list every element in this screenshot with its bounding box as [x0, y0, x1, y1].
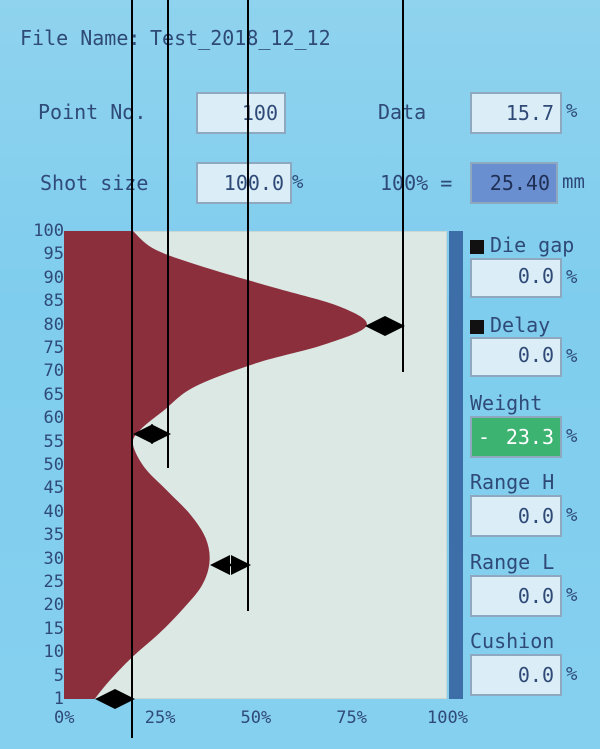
point-no-field[interactable]: 100: [196, 92, 286, 134]
range-l-label: Range L: [470, 550, 555, 574]
die-gap-field[interactable]: 0.0: [470, 258, 562, 298]
data-unit: %: [566, 100, 578, 122]
die-gap-label: Die gap: [490, 233, 575, 257]
y-tick-label: 45: [43, 478, 64, 499]
point-no-label: Point No.: [38, 100, 147, 124]
parison-profile-chart[interactable]: [64, 231, 447, 699]
y-tick-label: 95: [43, 244, 64, 265]
y-tick-label: 100: [33, 221, 64, 241]
y-tick-label: 5: [53, 665, 64, 686]
data-field[interactable]: 15.7: [470, 92, 562, 134]
shot-size-unit: %: [292, 171, 304, 193]
vertical-scrollbar[interactable]: [449, 231, 463, 699]
stroke-length-unit: mm: [562, 171, 585, 193]
delay-label: Delay: [490, 313, 551, 337]
y-tick-label: 1: [53, 689, 64, 709]
y-tick-label: 50: [43, 455, 64, 475]
range-h-label: Range H: [470, 470, 555, 494]
delay-title: Delay: [470, 313, 550, 337]
die-gap-title: Die gap: [470, 233, 574, 257]
y-tick-label: 60: [43, 408, 64, 429]
file-name-value: Test_2018_12_12: [150, 26, 331, 50]
range-h-unit: %: [566, 504, 578, 526]
y-tick-label: 65: [43, 384, 64, 405]
shot-size-label: Shot size: [40, 171, 149, 195]
delay-indicator-icon: [470, 319, 484, 334]
y-tick-label: 75: [43, 338, 64, 358]
shot-size-field[interactable]: 100.0: [196, 162, 292, 204]
die-gap-unit: %: [566, 266, 578, 288]
range-h-field[interactable]: 0.0: [470, 495, 562, 537]
delay-unit: %: [566, 345, 578, 367]
cushion-field[interactable]: 0.0: [470, 654, 562, 696]
y-tick-label: 80: [43, 314, 64, 335]
y-tick-label: 55: [43, 431, 64, 452]
cushion-label: Cushion: [470, 629, 555, 653]
y-tick-label: 30: [43, 548, 64, 569]
y-tick-label: 40: [43, 501, 64, 522]
range-l-field[interactable]: 0.0: [470, 575, 562, 617]
y-tick-label: 85: [43, 291, 64, 312]
x-tick-label: 0%: [54, 708, 75, 728]
file-name-label: File Name:: [20, 26, 141, 50]
weight-label: Weight: [470, 391, 543, 415]
y-tick-label: 20: [43, 595, 64, 616]
x-tick-label: 75%: [336, 708, 367, 728]
y-tick-label: 10: [43, 642, 64, 663]
weight-sign: -: [478, 425, 491, 449]
y-tick-label: 70: [43, 361, 64, 382]
y-tick-label: 25: [43, 572, 64, 592]
stroke-length-field[interactable]: 25.40: [470, 162, 558, 204]
y-tick-label: 35: [43, 525, 64, 546]
x-tick-label: 25%: [144, 708, 176, 728]
y-tick-label: 15: [43, 618, 64, 639]
y-tick-label: 90: [43, 267, 64, 288]
controller-screen: File Name: Test_2018_12_12 Point No. 100…: [0, 0, 600, 749]
hundred-pct-label: 100% =: [380, 171, 453, 195]
x-tick-label: 100%: [427, 708, 468, 728]
die-gap-indicator-icon: [470, 239, 484, 254]
weight-unit: %: [566, 425, 578, 447]
delay-field[interactable]: 0.0: [470, 337, 562, 377]
weight-field[interactable]: - 23.3: [470, 416, 562, 458]
cushion-unit: %: [566, 663, 578, 685]
data-label: Data: [378, 100, 427, 124]
weight-value: 23.3: [505, 425, 554, 449]
x-tick-label: 50%: [240, 708, 272, 728]
range-l-unit: %: [566, 584, 578, 606]
